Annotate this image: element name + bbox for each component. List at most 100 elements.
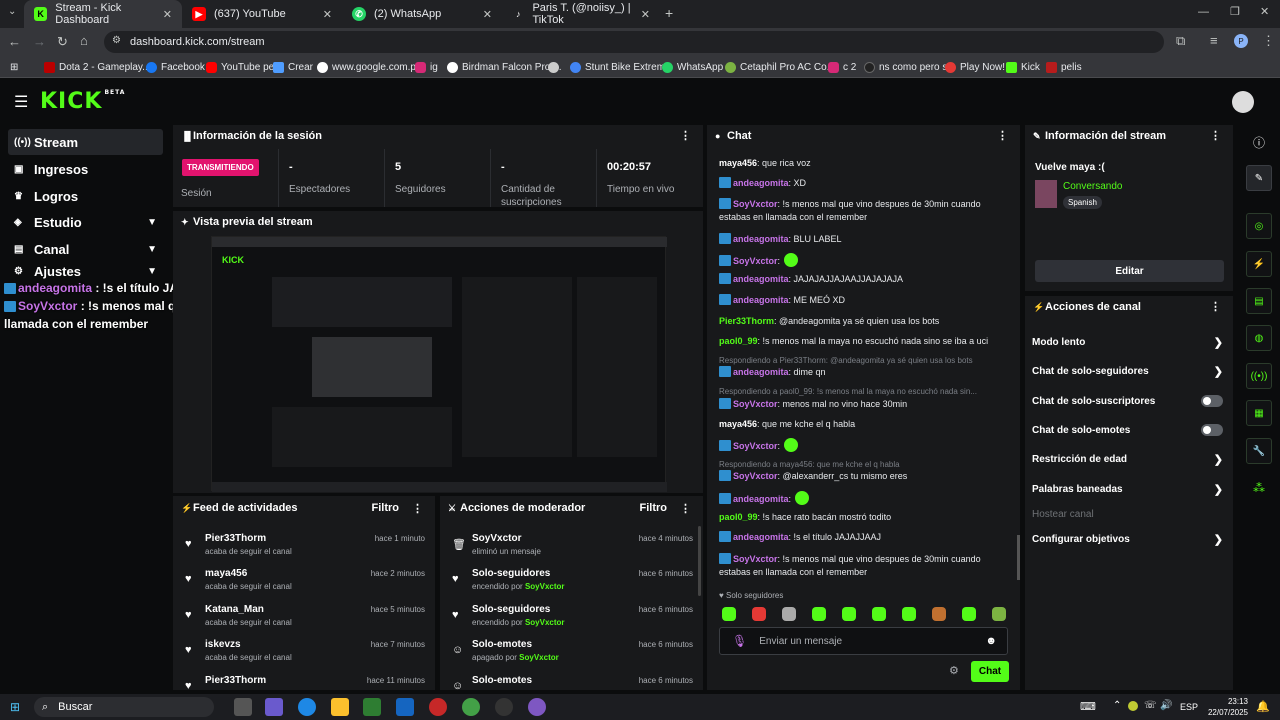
bookmark-item[interactable]: Crear (273, 59, 313, 75)
bookmark-item[interactable]: ig (415, 59, 438, 75)
app-icon[interactable] (528, 698, 546, 716)
tray-chevron-icon[interactable]: ⌃ (1113, 700, 1121, 711)
hamburger-menu-icon[interactable]: ☰ (14, 92, 28, 112)
chat-username[interactable]: andeagomita (733, 295, 789, 305)
bookmark-item[interactable]: Kick (1006, 59, 1040, 75)
chat-username[interactable]: paol0_99 (719, 336, 758, 346)
windows-start-icon[interactable]: ⊞ (10, 700, 20, 714)
more-options-icon[interactable]: ⋮ (1210, 129, 1221, 142)
emote-icon[interactable] (872, 607, 886, 621)
chat-username[interactable]: andeagomita (733, 274, 789, 284)
kick-logo[interactable]: KICK BETA (40, 89, 125, 114)
bookmark-item[interactable]: ns como pero si (864, 59, 950, 75)
bookmark-item[interactable]: Stunt Bike Extreme (570, 59, 671, 75)
emote-icon[interactable] (812, 607, 826, 621)
emote-icon[interactable] (932, 607, 946, 621)
bookmark-item[interactable]: c 2 (828, 59, 856, 75)
bookmark-item[interactable]: pelis (1046, 59, 1082, 75)
volume-icon[interactable]: 🔊 (1160, 700, 1172, 711)
sidebar-item-logros[interactable]: ♛ Logros (8, 183, 163, 209)
extensions-icon[interactable]: ⧉ (1176, 33, 1185, 49)
chat-username[interactable]: andeagomita (733, 532, 789, 542)
chat-settings-icon[interactable]: ⚙ (949, 664, 959, 677)
chat-username[interactable]: SoyVxctor (733, 441, 778, 451)
menu-icon[interactable]: ⋮ (1262, 33, 1275, 49)
document-icon[interactable]: ▤ (1246, 288, 1272, 314)
chat-username[interactable]: SoyVxctor (733, 199, 778, 209)
apps-icon[interactable]: ⊞ (10, 59, 18, 75)
language-indicator[interactable]: ESP (1180, 702, 1198, 712)
chat-username[interactable]: Pier33Thorm (719, 316, 774, 326)
close-icon[interactable]: ✕ (483, 8, 492, 21)
filter-button[interactable]: Filtro (640, 502, 668, 514)
reload-icon[interactable]: ↻ (57, 34, 68, 50)
close-icon[interactable]: ✕ (163, 8, 172, 21)
copilot-icon[interactable] (265, 698, 283, 716)
edge-icon[interactable] (298, 698, 316, 716)
bookmark-item[interactable]: WhatsApp (662, 59, 723, 75)
stream-video[interactable]: KICK (211, 236, 667, 492)
profile-avatar[interactable]: P (1234, 34, 1248, 48)
layout-icon[interactable]: ▦ (1246, 400, 1272, 426)
more-options-icon[interactable]: ⋮ (412, 502, 423, 515)
forward-icon[interactable]: → (33, 34, 46, 49)
back-icon[interactable]: ← (8, 34, 21, 49)
opera-icon[interactable] (429, 698, 447, 716)
chat-username[interactable]: andeagomita (733, 367, 789, 377)
chat-bubble-icon[interactable]: ◍ (1246, 325, 1272, 351)
category-link[interactable]: Conversando (1063, 181, 1122, 192)
keyboard-icon[interactable]: ⌨ (1080, 700, 1096, 713)
bookmark-item[interactable]: Cetaphil Pro AC Co... (725, 59, 835, 75)
more-options-icon[interactable]: ⋮ (680, 502, 691, 515)
sidebar-item-ingresos[interactable]: ▣ Ingresos (8, 156, 163, 182)
edit-button[interactable]: Editar (1035, 260, 1224, 282)
file-explorer-icon[interactable] (331, 698, 349, 716)
site-info-icon[interactable]: ⚙ (112, 35, 121, 46)
outlook-icon[interactable] (396, 698, 414, 716)
tab-tiktok[interactable]: ♪ Paris T. (@noiisy_) | TikTok ✕ (502, 0, 660, 28)
task-view-icon[interactable] (234, 698, 252, 716)
sidebar-item-estudio[interactable]: ◈ Estudio ▼ (8, 209, 163, 235)
configure-goals-row[interactable]: Configurar objetivos ❯ (1032, 528, 1223, 550)
media-icon[interactable]: ≡ (1210, 33, 1218, 48)
emote-icon[interactable] (962, 607, 976, 621)
scrollbar[interactable] (698, 526, 701, 596)
broadcast-icon[interactable]: ((•)) (1246, 363, 1272, 389)
tab-search-icon[interactable]: ⌄ (8, 6, 16, 17)
bookmark-item[interactable]: YouTube pe (206, 59, 274, 75)
chat-username[interactable]: andeagomita (733, 234, 789, 244)
chat-scrollbar[interactable] (1017, 535, 1020, 580)
store-icon[interactable] (363, 698, 381, 716)
age-restriction-row[interactable]: Restricción de edad ❯ (1032, 448, 1223, 470)
pencil-icon[interactable]: ✎ (1246, 165, 1272, 191)
network-icon[interactable]: ☏ (1144, 700, 1157, 711)
bookmark-item[interactable]: Birdman Falcon Prot... (447, 59, 561, 75)
banned-words-row[interactable]: Palabras baneadas ❯ (1032, 478, 1223, 500)
restore-icon[interactable]: ❐ (1230, 5, 1240, 18)
obs-icon[interactable] (495, 698, 513, 716)
taskbar-clock[interactable]: 23:13 22/07/2025 (1204, 696, 1248, 718)
info-icon[interactable]: ⓘ (1253, 134, 1265, 151)
address-bar[interactable]: ⚙ dashboard.kick.com/stream (104, 31, 1164, 53)
tab-whatsapp[interactable]: ✆ (2) WhatsApp ✕ (342, 0, 502, 28)
chat-username[interactable]: paol0_99 (719, 512, 758, 522)
tab-kick-dashboard[interactable]: K Stream - Kick Dashboard ✕ (24, 0, 182, 28)
chat-username[interactable]: SoyVxctor (733, 256, 778, 266)
taskbar-search[interactable]: ⌕ Buscar (34, 697, 214, 717)
bookmark-item[interactable]: Dota 2 - Gameplay... (44, 59, 151, 75)
chat-username[interactable]: andeagomita (733, 178, 789, 188)
tray-app-icon[interactable] (1128, 701, 1138, 711)
emote-icon[interactable] (992, 607, 1006, 621)
more-options-icon[interactable]: ⋮ (680, 129, 691, 142)
chrome-icon[interactable] (462, 698, 480, 716)
chat-input[interactable]: 🎙 Enviar un mensaje ☻ (719, 627, 1008, 655)
chat-username[interactable]: SoyVxctor (733, 471, 778, 481)
new-tab-button[interactable]: + (665, 5, 673, 21)
home-icon[interactable]: ⌂ (80, 33, 88, 48)
sidebar-item-stream[interactable]: ((•)) Stream (8, 129, 163, 155)
bolt-icon[interactable]: ⚡ (1246, 251, 1272, 277)
bookmark-item[interactable]: www.google.com.pe (317, 59, 422, 75)
bookmark-item[interactable]: Play Now! (945, 59, 1005, 75)
user-avatar[interactable] (1232, 91, 1254, 113)
emote-icon[interactable] (782, 607, 796, 621)
